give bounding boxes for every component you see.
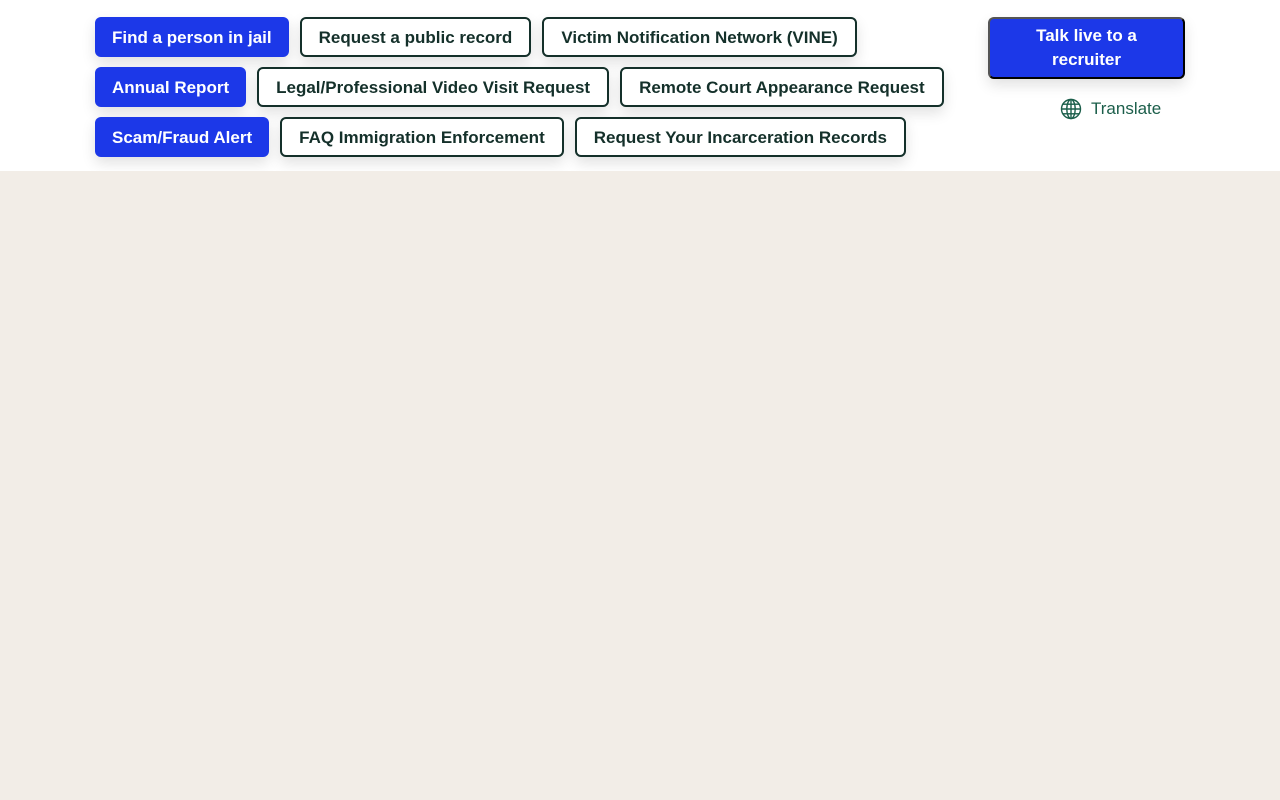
vine-button[interactable]: Victim Notification Network (VINE) — [542, 17, 857, 57]
main-content-area — [0, 171, 1280, 800]
scam-fraud-alert-button[interactable]: Scam/Fraud Alert — [95, 117, 270, 157]
top-quick-links-bar: Find a person in jail Request a public r… — [0, 0, 1280, 171]
video-visit-request-button[interactable]: Legal/Professional Video Visit Request — [257, 67, 610, 107]
quick-links-row-1: Find a person in jail Request a public r… — [95, 17, 975, 57]
translate-label: Translate — [1091, 99, 1162, 118]
globe-icon — [1060, 98, 1082, 120]
talk-to-recruiter-button[interactable]: Talk live to a recruiter — [988, 17, 1185, 79]
find-person-in-jail-button[interactable]: Find a person in jail — [95, 17, 289, 57]
remote-court-appearance-button[interactable]: Remote Court Appearance Request — [620, 67, 944, 107]
annual-report-button[interactable]: Annual Report — [95, 67, 247, 107]
quick-links: Find a person in jail Request a public r… — [95, 17, 975, 157]
incarceration-records-button[interactable]: Request Your Incarceration Records — [574, 117, 906, 157]
quick-links-row-2: Annual Report Legal/Professional Video V… — [95, 67, 975, 107]
faq-immigration-button[interactable]: FAQ Immigration Enforcement — [280, 117, 564, 157]
request-public-record-button[interactable]: Request a public record — [299, 17, 532, 57]
translate-link[interactable]: Translate — [1060, 97, 1161, 121]
quick-links-row-3: Scam/Fraud Alert FAQ Immigration Enforce… — [95, 117, 975, 157]
